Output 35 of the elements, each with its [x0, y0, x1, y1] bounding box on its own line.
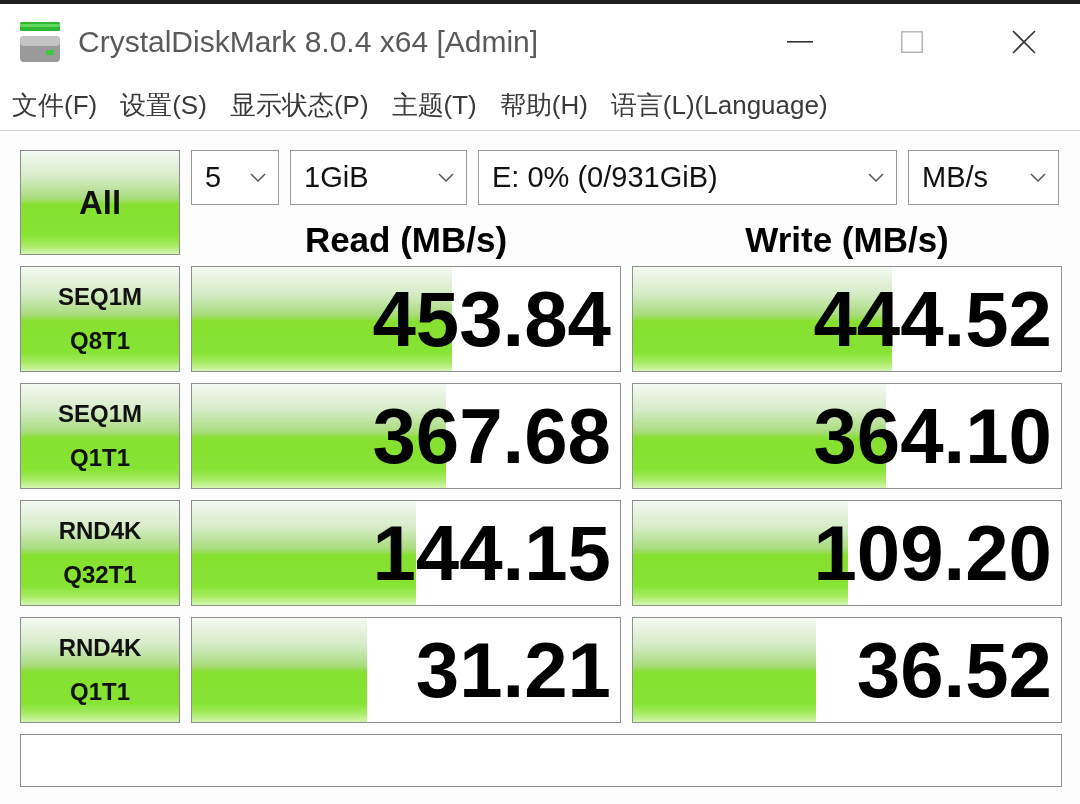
read-speed-value: 367.68: [372, 397, 612, 475]
read-speed-value: 31.21: [415, 631, 612, 709]
menu-item[interactable]: 文件(F): [8, 87, 109, 123]
dropdown[interactable]: 1GiB: [290, 150, 467, 205]
run-all-button[interactable]: All: [20, 150, 180, 255]
write-speed-value: 364.10: [813, 397, 1053, 475]
menu-item[interactable]: 设置(S): [116, 87, 218, 123]
dropdown[interactable]: 5: [191, 150, 279, 205]
test-button[interactable]: SEQ1M Q8T1: [20, 266, 180, 372]
comment-field[interactable]: [20, 734, 1062, 787]
test-button[interactable]: RND4K Q1T1: [20, 617, 180, 723]
column-header: Write (MB/s): [745, 218, 949, 260]
window-title: CrystalDiskMark 8.0.4 x64 [Admin]: [78, 25, 540, 59]
menu-item[interactable]: 主题(T): [387, 87, 488, 123]
write-speed-value: 444.52: [813, 280, 1053, 358]
close-icon: [1012, 30, 1036, 54]
column-header: Read (MB/s): [304, 218, 508, 260]
menu-item[interactable]: 语言(L)(Language): [606, 87, 839, 123]
minimize-icon: [787, 41, 813, 43]
write-speed-value: 109.20: [813, 514, 1053, 592]
write-speed-value: 36.52: [856, 631, 1053, 709]
chevron-down-icon: [868, 173, 884, 182]
read-speed-value: 144.15: [372, 514, 612, 592]
menu-item[interactable]: 帮助(H): [495, 87, 599, 123]
dropdown[interactable]: MB/s: [908, 150, 1059, 205]
maximize-icon: [901, 31, 923, 53]
chevron-down-icon: [438, 173, 454, 182]
read-speed-value: 453.84: [372, 280, 612, 358]
test-button[interactable]: SEQ1M Q1T1: [20, 383, 180, 489]
test-button[interactable]: RND4K Q32T1: [20, 500, 180, 606]
chevron-down-icon: [1030, 173, 1046, 182]
drive-icon: [18, 22, 62, 62]
dropdown[interactable]: E: 0% (0/931GiB): [478, 150, 897, 205]
menu-item[interactable]: 显示状态(P): [225, 87, 380, 123]
chevron-down-icon: [250, 173, 266, 182]
